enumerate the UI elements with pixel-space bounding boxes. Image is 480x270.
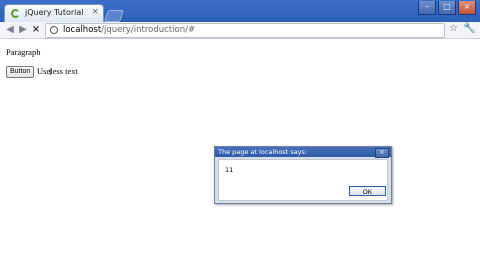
alert-dialog: The page at localhost says: × 11 OK — [214, 146, 392, 204]
page-button[interactable]: Button — [6, 66, 35, 78]
paragraph-text: Paragraph — [6, 47, 41, 57]
browser-tab[interactable]: jQuery Tutorial × — [4, 4, 104, 23]
dialog-title: The page at localhost says: — [215, 147, 391, 157]
url-host: localhost — [63, 25, 102, 35]
dialog-body: 11 OK — [218, 159, 388, 201]
loading-icon — [11, 9, 20, 18]
dialog-message: 11 — [225, 166, 234, 174]
tab-title: jQuery Tutorial — [25, 8, 84, 17]
tab-close-icon[interactable]: × — [91, 7, 99, 17]
browser-titlebar: jQuery Tutorial × – □ × — [0, 0, 480, 23]
mouse-cursor-icon: I — [49, 68, 52, 77]
back-icon[interactable]: ◀ — [4, 23, 16, 36]
star-icon[interactable]: ☆ — [449, 23, 458, 34]
url-path: /jquery/introduction/# — [101, 25, 196, 35]
useless-text: Useless text — [37, 66, 78, 76]
browser-toolbar: ◀ ▶ × localhost/jquery/introduction/# ☆ … — [0, 22, 480, 39]
ok-button[interactable]: OK — [349, 186, 386, 196]
page-content: Paragraph Button Useless text I The page… — [0, 39, 480, 270]
maximize-icon[interactable]: □ — [438, 1, 456, 15]
window-controls: – □ × — [418, 1, 476, 15]
address-bar[interactable]: localhost/jquery/introduction/# — [45, 23, 445, 38]
wrench-icon[interactable]: 🔧 — [463, 23, 475, 34]
globe-icon — [50, 26, 58, 34]
forward-icon[interactable]: ▶ — [17, 23, 29, 36]
minimize-icon[interactable]: – — [418, 1, 436, 15]
dialog-close-icon[interactable]: × — [375, 148, 389, 158]
browser-window: jQuery Tutorial × – □ × ◀ ▶ × localhost/… — [0, 0, 480, 270]
url-text[interactable]: localhost/jquery/introduction/# — [63, 24, 195, 36]
new-tab-icon[interactable] — [104, 10, 124, 22]
close-window-icon[interactable]: × — [458, 1, 476, 15]
stop-icon[interactable]: × — [30, 23, 42, 36]
